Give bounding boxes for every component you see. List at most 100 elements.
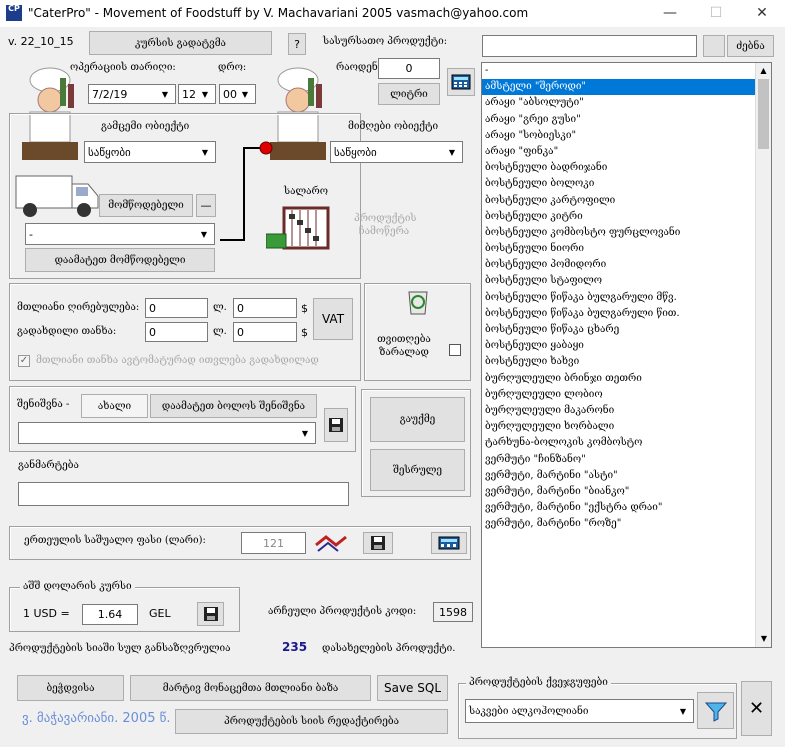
list-item[interactable]: ბოსტნეული ბოლოკი [482, 176, 771, 192]
source-label: გამცემი ობიექტი [101, 121, 190, 132]
list-item[interactable]: ვერმუტი, მარტინი "ბიანკო" [482, 484, 771, 500]
chevron-down-icon: ▼ [201, 147, 209, 157]
product-search-input[interactable] [482, 35, 697, 57]
note-select[interactable]: ▼ [18, 422, 316, 444]
list-item[interactable]: ბოსტნეული კიტრი [482, 209, 771, 225]
exchange-rate-input[interactable]: 1.64 [82, 604, 138, 625]
list-item[interactable]: არაყი "ფინკა" [482, 144, 771, 160]
list-item[interactable]: ბოსტნეული წიწაკა ბულგარული წით. [482, 306, 771, 322]
supplier-button[interactable]: მომწოდებელი [99, 194, 193, 217]
print-button[interactable]: ბეჭდვისა [17, 675, 124, 701]
list-item[interactable]: ბურღულეული ლობიო [482, 387, 771, 403]
abacus-icon[interactable] [266, 206, 332, 256]
list-item[interactable]: ვერმუტი, მარტინი "ექსტრა დრაი" [482, 500, 771, 516]
list-item[interactable]: არაყი "გრეი გუსი" [482, 112, 771, 128]
list-item[interactable]: ბოსტნეული წიწაკა ბულგარული მწვ. [482, 290, 771, 306]
recycle-bin-icon[interactable] [401, 286, 435, 316]
unit-button[interactable]: ლიტრი [378, 83, 440, 105]
help-button[interactable]: ? [288, 33, 306, 55]
minimize-button[interactable]: — [647, 0, 693, 27]
clear-filter-button[interactable]: ✕ [741, 681, 772, 736]
scrollbar-thumb[interactable] [758, 79, 769, 149]
comment-input[interactable] [18, 482, 349, 506]
list-item[interactable]: ბოსტნეული ყაბაყი [482, 338, 771, 354]
price-calculator-button[interactable] [431, 532, 467, 554]
chevron-down-icon: ▼ [200, 229, 208, 239]
search-button[interactable]: ძებნა [727, 35, 774, 57]
calculator-button[interactable] [447, 68, 475, 96]
list-item[interactable]: ვერმუტი, მარტინი "ასტი" [482, 468, 771, 484]
hour-select[interactable]: 12 ▼ [178, 84, 216, 104]
floppy-icon [329, 418, 343, 432]
auto-paid-checkbox[interactable]: ✓ [18, 355, 30, 367]
list-item[interactable]: - [482, 63, 771, 79]
quantity-input[interactable]: 0 [378, 58, 440, 79]
database-button[interactable]: მარტივ მონაცემთა მთლიანი ბაზა [130, 675, 371, 701]
execute-button[interactable]: შესრულე [370, 449, 465, 491]
append-note-button[interactable]: დაამატეთ ბოლოს შენიშვნა [150, 394, 317, 418]
list-item[interactable]: ბოსტნეული ნიორი [482, 241, 771, 257]
van-image [15, 175, 99, 217]
target-value: საწყობი [334, 145, 377, 159]
save-sql-button[interactable]: Save SQL [377, 675, 448, 701]
save-rate-button[interactable] [197, 602, 224, 626]
product-list-scrollbar[interactable]: ▲ ▼ [755, 63, 771, 647]
target-select[interactable]: საწყობი ▼ [330, 141, 463, 163]
new-note-button[interactable]: ახალი [81, 394, 148, 418]
save-price-button[interactable] [363, 532, 393, 554]
list-item[interactable]: ბოსტნეული ხახვი [482, 354, 771, 370]
product-count-suffix: დასახელების პროდუქტი. [322, 643, 456, 654]
save-note-button[interactable] [324, 408, 348, 442]
total-lari-input[interactable]: 0 [145, 298, 208, 318]
search-clear-button[interactable] [703, 35, 725, 57]
supplier-select[interactable]: - ▼ [25, 223, 215, 245]
filter-icon [704, 702, 727, 722]
list-item[interactable]: ბოსტნეული წიწაკა ცხარე [482, 322, 771, 338]
total-usd-symbol: $ [301, 302, 308, 315]
title-bar: CP "CaterPro" - Movement of Foodstuff by… [0, 0, 785, 27]
filter-button[interactable] [697, 692, 734, 729]
product-list[interactable]: - ამსტელი "შეროდი" არაყი "აბსოლუტი" არაყი "… [481, 62, 772, 648]
list-item[interactable]: არაყი "სობიესკი" [482, 128, 771, 144]
maximize-button[interactable]: ☐ [693, 0, 739, 27]
paid-tetri-input[interactable]: 0 [233, 322, 297, 342]
list-item[interactable]: ბოსტნეული სტაფილო [482, 273, 771, 289]
list-item[interactable]: ბურღულეული ბრინჯი თეთრი [482, 371, 771, 387]
close-button[interactable]: ✕ [739, 0, 785, 27]
list-item[interactable]: ბოსტნეული ბადრიჯანი [482, 160, 771, 176]
vat-button[interactable]: VAT [313, 298, 353, 340]
paid-lari-currency: ლ. [213, 326, 227, 337]
total-tetri-input[interactable]: 0 [233, 298, 297, 318]
remove-supplier-button[interactable]: — [196, 194, 216, 217]
handshake-icon[interactable] [314, 531, 348, 555]
paid-lari-input[interactable]: 0 [145, 322, 208, 342]
date-label: ოპერაციის თარიღი: [70, 62, 176, 73]
unit-price-input: 121 [241, 532, 306, 554]
list-item[interactable]: ბოსტნეული პომიდორი [482, 257, 771, 273]
source-select[interactable]: საწყობი ▼ [84, 141, 216, 163]
minute-select[interactable]: 00 ▼ [219, 84, 256, 104]
list-item[interactable]: ბოსტნეული კომბოსტო ფურცლოვანი [482, 225, 771, 241]
add-supplier-button[interactable]: დაამატეთ მომწოდებელი [25, 248, 215, 272]
back-button[interactable]: კურსის გადატვმა [89, 31, 272, 55]
list-item[interactable]: ვერმუტი, მარტინი "როზე" [482, 516, 771, 532]
edit-product-list-button[interactable]: პროდუქტების სიის რედაქტირება [175, 709, 448, 734]
list-item[interactable]: ვერმუტი "ჩინზანო" [482, 452, 771, 468]
loss-checkbox[interactable] [449, 344, 461, 356]
floppy-icon [371, 536, 385, 550]
list-item[interactable]: ბურღულეული ხორბალი [482, 419, 771, 435]
scroll-up-icon[interactable]: ▲ [756, 63, 771, 79]
list-item[interactable]: ტარხუნა-ბოლოკის კომბოსტო [482, 435, 771, 451]
scroll-down-icon[interactable]: ▼ [756, 631, 772, 647]
exchange-currency: GEL [149, 607, 171, 620]
list-item[interactable]: ბოსტნეული კარტოფილი [482, 193, 771, 209]
cancel-button[interactable]: გაუქმე [370, 397, 465, 442]
category-select[interactable]: საკვები ალკოჰოლიანი ▼ [465, 699, 694, 723]
list-item[interactable]: ბურღულეული მაკარონი [482, 403, 771, 419]
chevron-down-icon: ▼ [201, 89, 209, 99]
date-picker[interactable]: 7/2/19 ▼ [88, 84, 176, 104]
list-item[interactable]: არაყი "აბსოლუტი" [482, 95, 771, 111]
auto-paid-label: მთლიანი თანხა ავტომატურად ითვლება გადახდ… [36, 355, 319, 366]
exchange-title: აშშ დოლარის კურსი [20, 581, 135, 592]
list-item[interactable]: ამსტელი "შეროდი" [482, 79, 771, 96]
